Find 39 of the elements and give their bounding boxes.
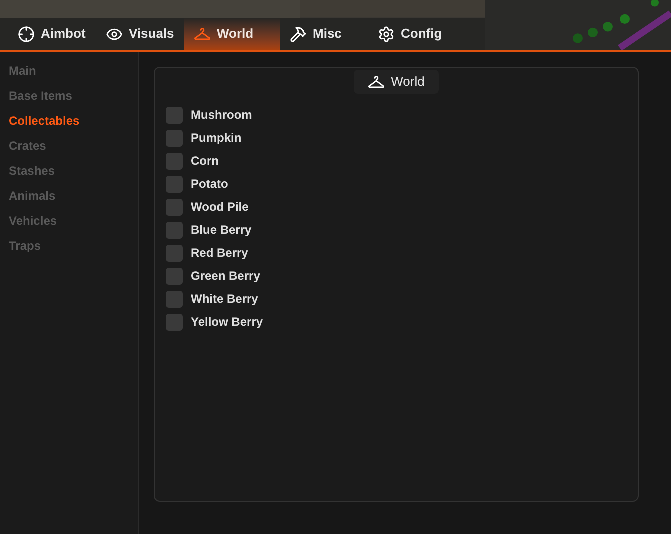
sidebar-item[interactable]: Vehicles [9,212,138,230]
sidebar-item[interactable]: Collectables [9,112,138,130]
option-label: Corn [191,153,219,170]
hanger-icon [194,26,211,42]
option-label: Wood Pile [191,199,249,216]
sidebar-item[interactable]: Crates [9,137,138,155]
sidebar-item[interactable]: Animals [9,187,138,205]
sidebar-item[interactable]: Main [9,62,138,80]
checkbox[interactable] [166,314,183,331]
checkbox[interactable] [166,291,183,308]
hammer-icon [290,26,307,42]
checkbox[interactable] [166,130,183,147]
tab[interactable]: Visuals [96,18,184,50]
option-label: Potato [191,176,228,193]
sidebar-item[interactable]: Stashes [9,162,138,180]
option-label: Yellow Berry [191,314,264,331]
sidebar-item[interactable]: Base Items [9,87,138,105]
checkbox[interactable] [166,222,183,239]
settings-icon [378,26,395,42]
hanger-icon [368,74,386,90]
checkbox[interactable] [166,107,183,124]
sidebar-item[interactable]: Traps [9,237,138,255]
option-label: Mushroom [191,107,252,124]
tab[interactable]: Aimbot [8,18,96,50]
crosshair-icon [18,26,35,42]
checkbox[interactable] [166,176,183,193]
tab[interactable]: Misc [280,18,368,50]
option-label: White Berry [191,291,258,308]
tab[interactable]: World [184,18,280,50]
panel-title: World [391,73,425,92]
checkbox[interactable] [166,245,183,262]
option-label: Blue Berry [191,222,252,239]
checkbox[interactable] [166,268,183,285]
option-label: Pumpkin [191,130,242,147]
checkbox[interactable] [166,153,183,170]
tab[interactable]: Config [368,18,456,50]
checkbox[interactable] [166,199,183,216]
option-label: Green Berry [191,268,260,285]
option-label: Red Berry [191,245,248,262]
